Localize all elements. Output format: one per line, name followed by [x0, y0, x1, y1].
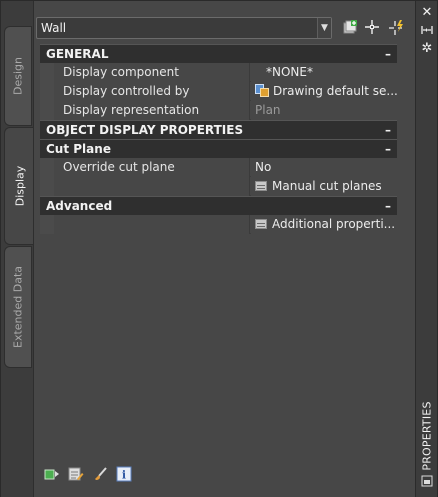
properties-palette: Design Display Extended Data Wall ▼ GENE…: [0, 0, 438, 497]
palette-title-strip[interactable]: ✕ ✲ PROPERTIES: [415, 1, 437, 497]
category-general[interactable]: GENERAL –: [40, 44, 397, 63]
match-properties-icon[interactable]: [92, 466, 108, 482]
property-row[interactable]: Display component *NONE*: [40, 63, 397, 82]
display-control-icon: [255, 84, 269, 97]
category-cut-plane[interactable]: Cut Plane –: [40, 139, 397, 158]
collapse-cut-plane-button[interactable]: –: [385, 140, 391, 158]
category-object-display-properties[interactable]: OBJECT DISPLAY PROPERTIES –: [40, 120, 397, 139]
category-advanced[interactable]: Advanced –: [40, 196, 397, 215]
tab-display[interactable]: Display: [4, 127, 34, 245]
property-value[interactable]: *NONE*: [251, 63, 397, 82]
property-name: Override cut plane: [54, 158, 250, 177]
tab-strip: Design Display Extended Data: [1, 1, 34, 497]
tab-extended-data-label: Extended Data: [11, 265, 25, 349]
settings-icon[interactable]: ✲: [419, 41, 435, 57]
object-type-value: Wall: [41, 21, 67, 35]
top-toolbar: Wall ▼: [36, 17, 416, 41]
property-row[interactable]: Manual cut planes: [40, 177, 397, 196]
add-style-icon[interactable]: [341, 19, 359, 37]
property-value: Drawing default se...: [273, 84, 397, 98]
object-type-select[interactable]: Wall ▼: [36, 17, 332, 39]
panel-menu-icon[interactable]: [419, 475, 435, 491]
add-to-selection-icon[interactable]: [44, 466, 60, 482]
additional-properties-button[interactable]: Additional properti...: [251, 215, 397, 234]
main-panel: Wall ▼ GENERAL – Display component *NONE…: [33, 1, 417, 497]
category-cut-plane-title: Cut Plane: [46, 142, 111, 156]
collapse-object-display-button[interactable]: –: [385, 121, 391, 139]
tab-display-label: Display: [13, 165, 26, 207]
edit-properties-icon[interactable]: [68, 466, 84, 482]
tab-extended-data[interactable]: Extended Data: [4, 246, 32, 368]
collapse-general-button[interactable]: –: [385, 45, 391, 63]
property-row[interactable]: Display representation Plan: [40, 101, 397, 120]
property-value: Plan: [251, 101, 397, 120]
svg-text:i: i: [122, 469, 126, 482]
property-grid: GENERAL – Display component *NONE* Displ…: [40, 44, 397, 234]
crosshair-select-icon[interactable]: [363, 19, 381, 37]
property-name: Display controlled by: [54, 82, 250, 101]
tab-design[interactable]: Design: [4, 26, 32, 126]
category-advanced-title: Advanced: [46, 199, 113, 213]
property-row[interactable]: Additional properti...: [40, 215, 397, 234]
tab-design-label: Design: [11, 57, 25, 95]
property-value[interactable]: No: [251, 158, 397, 177]
palette-title: PROPERTIES: [417, 401, 437, 471]
property-value: Manual cut planes: [272, 179, 382, 193]
category-general-title: GENERAL: [46, 47, 109, 61]
collapse-advanced-button[interactable]: –: [385, 197, 391, 215]
property-name: Display representation: [54, 101, 250, 120]
chevron-down-icon[interactable]: ▼: [317, 18, 331, 38]
property-name: [54, 177, 250, 196]
property-value-cell[interactable]: Drawing default se...: [251, 82, 397, 101]
list-icon: [255, 219, 267, 229]
property-value: Additional properti...: [272, 217, 396, 231]
property-row[interactable]: Override cut plane No: [40, 158, 397, 177]
property-row[interactable]: Display controlled by Drawing default se…: [40, 82, 397, 101]
auto-hide-icon[interactable]: [419, 23, 435, 39]
quick-select-icon[interactable]: [388, 19, 406, 37]
info-icon[interactable]: i: [116, 466, 132, 482]
property-name: [54, 215, 250, 234]
category-object-display-title: OBJECT DISPLAY PROPERTIES: [46, 123, 244, 137]
list-icon: [255, 181, 267, 191]
manual-cut-planes-button[interactable]: Manual cut planes: [251, 177, 397, 196]
palette-title-text: PROPERTIES: [420, 401, 434, 471]
property-name: Display component: [54, 63, 250, 82]
close-icon[interactable]: ✕: [419, 5, 435, 21]
